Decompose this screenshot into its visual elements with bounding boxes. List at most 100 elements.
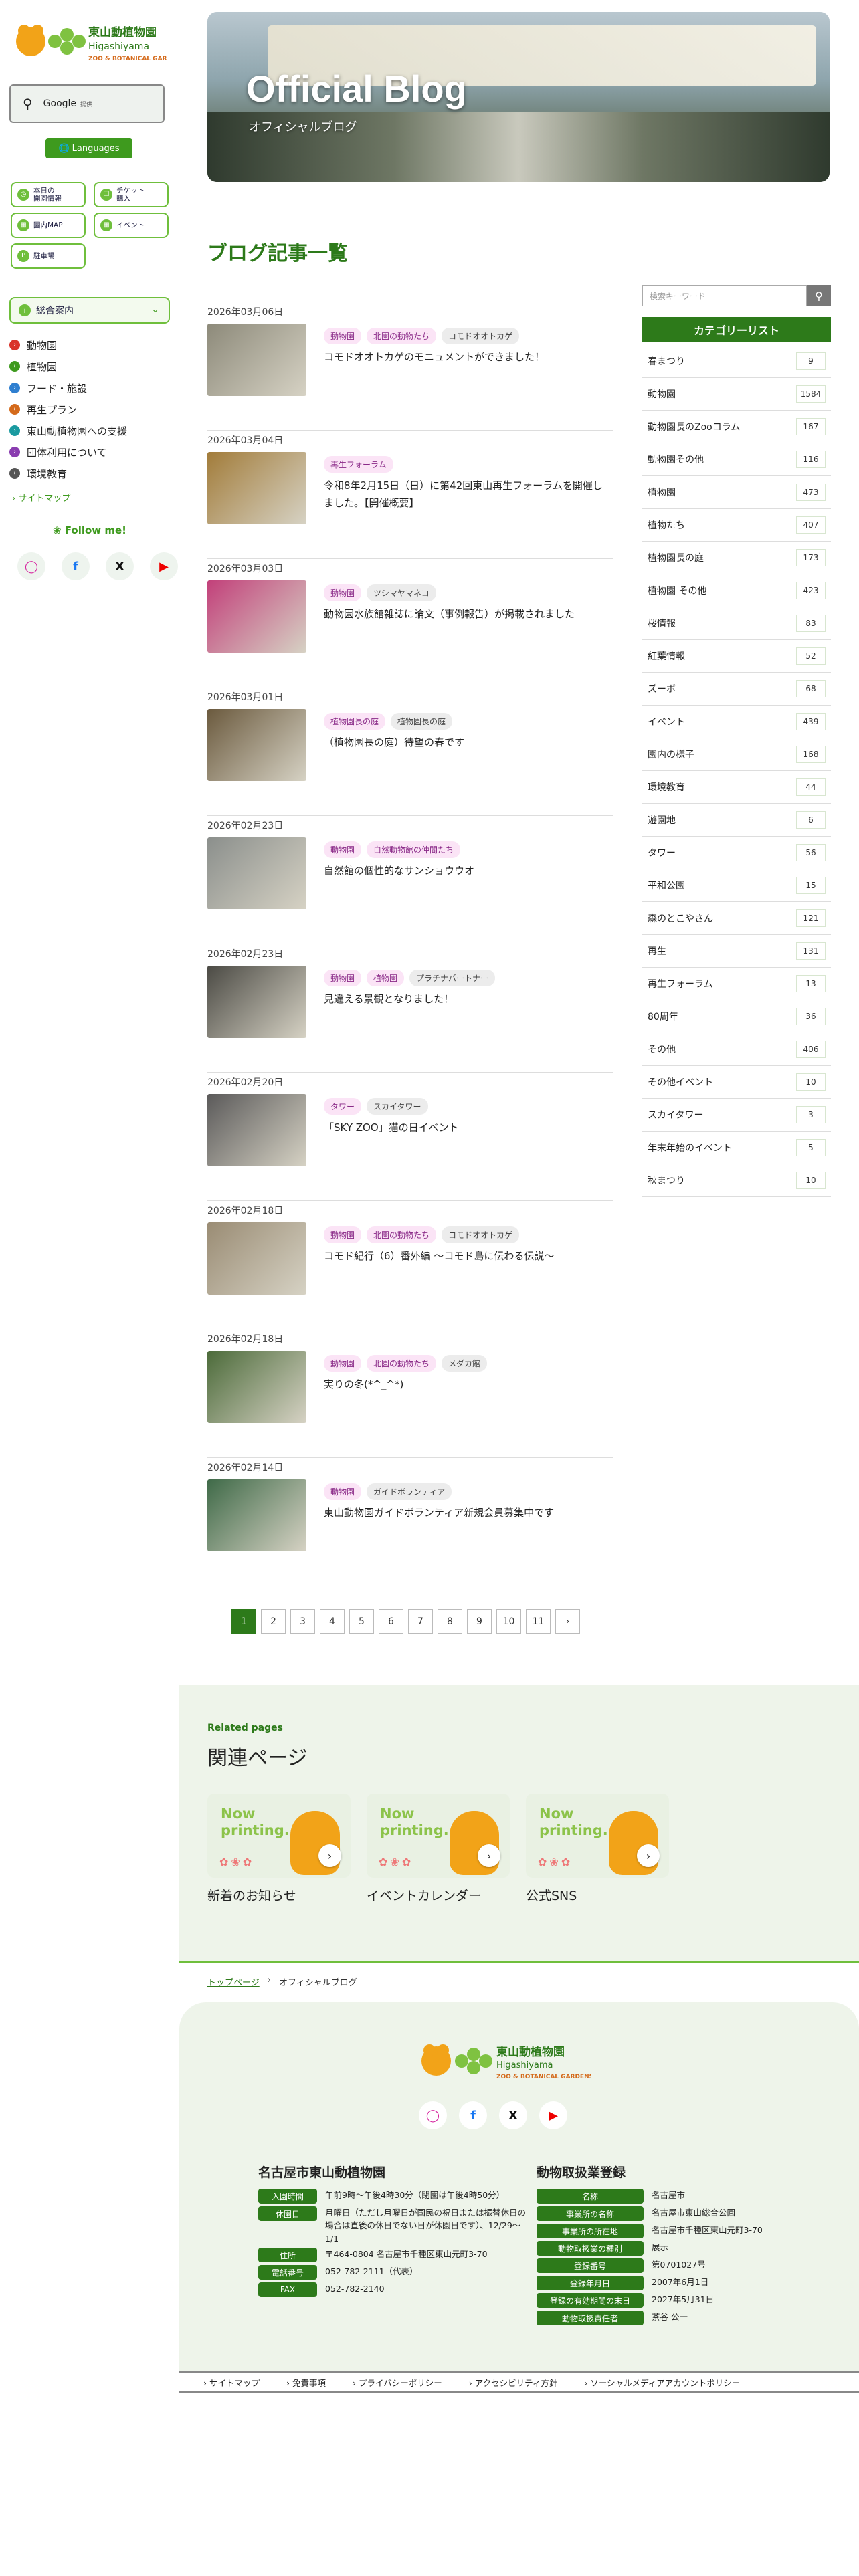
post-tag[interactable]: 動物園 <box>324 1483 362 1500</box>
next-page-button[interactable]: › <box>555 1609 580 1634</box>
post-tag[interactable]: 動物園 <box>324 1226 362 1243</box>
post-tag[interactable]: 動物園 <box>324 970 362 986</box>
category-item[interactable]: 再生 131 <box>642 935 831 968</box>
post-title[interactable]: コモドオオトカゲのモニュメントができました！ <box>324 349 605 366</box>
post-tag[interactable]: プラチナパートナー <box>409 970 496 986</box>
category-item[interactable]: 園内の様子 168 <box>642 738 831 771</box>
post-item[interactable]: 2026年02月23日 動物園 自然動物館の仲間たち 自然館の個性的なサンショウウオ <box>207 816 613 944</box>
post-thumbnail[interactable] <box>207 1479 306 1551</box>
post-tag[interactable]: コモドオオトカゲ <box>442 1226 520 1243</box>
related-card[interactable]: Now printing... ✿❀✿ › 公式SNS <box>526 1794 669 1904</box>
sidebar-item-zoo[interactable]: › 動物園 <box>9 334 170 356</box>
post-title[interactable]: コモド紀行（6）番外編 ～コモド島に伝わる伝説～ <box>324 1248 605 1265</box>
site-search-box[interactable]: ⚲ Google 提供 <box>9 84 165 123</box>
category-item[interactable]: 春まつり 9 <box>642 345 831 378</box>
post-tag[interactable]: 植物園長の庭 <box>324 713 386 730</box>
post-tag[interactable]: 北園の動物たち <box>367 328 437 344</box>
post-title[interactable]: 「SKY ZOO」猫の日イベント <box>324 1119 605 1137</box>
category-item[interactable]: 環境教育 44 <box>642 771 831 804</box>
category-item[interactable]: 植物たち 407 <box>642 509 831 542</box>
quick-link-today[interactable]: ◷ 本日の 開園情報 <box>11 182 86 207</box>
category-item[interactable]: 植物園長の庭 173 <box>642 542 831 574</box>
page-button[interactable]: 9 <box>467 1609 492 1634</box>
post-title[interactable]: 令和8年2月15日（日）に第42回東山再生フォーラムを開催しました。【開催概要】 <box>324 477 605 512</box>
category-item[interactable]: 平和公園 15 <box>642 869 831 902</box>
general-info-accordion[interactable]: i 総合案内 ⌄ <box>9 297 170 324</box>
category-item[interactable]: 秋まつり 10 <box>642 1164 831 1197</box>
post-tag[interactable]: コモドオオトカゲ <box>442 328 520 344</box>
category-item[interactable]: その他 406 <box>642 1033 831 1066</box>
footer-link[interactable]: › アクセシビリティ方針 <box>469 2376 558 2389</box>
page-button[interactable]: 1 <box>231 1609 256 1634</box>
search-input[interactable]: 検索キーワード <box>642 285 807 306</box>
category-item[interactable]: 遊園地 6 <box>642 804 831 837</box>
post-item[interactable]: 2026年03月03日 動物園 ツシマヤマネコ 動物園水族館雑誌に論文（事例報告）が掲… <box>207 559 613 687</box>
post-tag[interactable]: 植物園 <box>367 970 405 986</box>
post-tag[interactable]: タワー <box>324 1098 362 1115</box>
arrow-right-icon[interactable]: › <box>637 1844 660 1867</box>
sidebar-item-botanical[interactable]: › 植物園 <box>9 356 170 377</box>
post-thumbnail[interactable] <box>207 966 306 1038</box>
sidebar-sitemap-link[interactable]: › サイトマップ <box>12 491 70 504</box>
footer-logo[interactable]: 東山動植物園 Higashiyama ZOO & BOTANICAL GARDE… <box>417 2037 591 2084</box>
category-item[interactable]: 動物園その他 116 <box>642 443 831 476</box>
category-item[interactable]: 紅葉情報 52 <box>642 640 831 673</box>
post-thumbnail[interactable] <box>207 837 306 909</box>
sidebar-item-plan[interactable]: › 再生プラン <box>9 399 170 420</box>
post-thumbnail[interactable] <box>207 709 306 781</box>
category-item[interactable]: イベント 439 <box>642 706 831 738</box>
post-title[interactable]: 自然館の個性的なサンショウウオ <box>324 863 605 880</box>
breadcrumb-home[interactable]: トップページ <box>207 1975 260 1988</box>
page-button[interactable]: 3 <box>290 1609 315 1634</box>
post-tag[interactable]: 動物園 <box>324 584 362 601</box>
category-item[interactable]: 植物園 473 <box>642 476 831 509</box>
quick-link-event[interactable]: ▦ イベント <box>94 213 169 238</box>
category-item[interactable]: 年末年始のイベント 5 <box>642 1132 831 1164</box>
post-tag[interactable]: 動物園 <box>324 841 362 858</box>
facebook-icon[interactable]: f <box>459 2101 487 2129</box>
post-thumbnail[interactable] <box>207 1351 306 1423</box>
post-item[interactable]: 2026年02月14日 動物園 ガイドボランティア 東山動物園ガイドボランティア新規会… <box>207 1458 613 1586</box>
footer-link[interactable]: › サイトマップ <box>203 2376 260 2389</box>
post-tag[interactable]: ガイドボランティア <box>367 1483 452 1500</box>
x-icon[interactable]: X <box>499 2101 527 2129</box>
related-card[interactable]: Now printing... ✿❀✿ › イベントカレンダー <box>367 1794 510 1904</box>
instagram-icon[interactable]: ◯ <box>419 2101 447 2129</box>
page-button[interactable]: 8 <box>438 1609 462 1634</box>
category-item[interactable]: ズーボ 68 <box>642 673 831 706</box>
facebook-icon[interactable]: f <box>62 552 90 580</box>
post-title[interactable]: 動物園水族館雑誌に論文（事例報告）が掲載されました <box>324 606 605 623</box>
x-icon[interactable]: X <box>106 552 134 580</box>
sidebar-item-group[interactable]: › 団体利用について <box>9 441 170 463</box>
post-item[interactable]: 2026年03月06日 動物園 北園の動物たち コモドオオトカゲ コモドオオトカゲのモニ… <box>207 302 613 431</box>
arrow-right-icon[interactable]: › <box>478 1844 500 1867</box>
post-tag[interactable]: ツシマヤマネコ <box>367 584 436 601</box>
post-tag[interactable]: 植物園長の庭 <box>391 713 453 730</box>
post-thumbnail[interactable] <box>207 1222 306 1295</box>
languages-button[interactable]: 🌐 Languages <box>45 138 132 158</box>
page-button[interactable]: 10 <box>496 1609 521 1634</box>
sidebar-item-education[interactable]: › 環境教育 <box>9 463 170 484</box>
category-item[interactable]: 動物園 1584 <box>642 378 831 411</box>
post-title[interactable]: 実りの冬(*^_^*) <box>324 1376 605 1394</box>
quick-link-map[interactable]: ▦ 園内MAP <box>11 213 86 238</box>
youtube-icon[interactable]: ▶ <box>150 552 178 580</box>
category-item[interactable]: 動物園長のZooコラム 167 <box>642 411 831 443</box>
search-button[interactable]: ⚲ <box>807 285 831 306</box>
instagram-icon[interactable]: ◯ <box>17 552 45 580</box>
post-thumbnail[interactable] <box>207 1094 306 1166</box>
quick-link-parking[interactable]: P 駐車場 <box>11 243 86 269</box>
post-item[interactable]: 2026年02月20日 タワー スカイタワー 「SKY ZOO」猫の日イベント <box>207 1073 613 1201</box>
footer-link[interactable]: › ソーシャルメディアアカウントポリシー <box>584 2376 740 2389</box>
sidebar-item-support[interactable]: › 東山動植物園への支援 <box>9 420 170 441</box>
sidebar-item-food[interactable]: › フード・施設 <box>9 377 170 399</box>
related-card[interactable]: Now printing... ✿❀✿ › 新着のお知らせ <box>207 1794 351 1904</box>
post-tag[interactable]: 再生フォーラム <box>324 456 393 473</box>
page-button[interactable]: 2 <box>261 1609 286 1634</box>
post-tag[interactable]: 自然動物館の仲間たち <box>367 841 461 858</box>
post-thumbnail[interactable] <box>207 324 306 396</box>
footer-link[interactable]: › プライバシーポリシー <box>353 2376 442 2389</box>
category-item[interactable]: 再生フォーラム 13 <box>642 968 831 1000</box>
post-tag[interactable]: メダカ館 <box>442 1355 488 1372</box>
page-button[interactable]: 5 <box>349 1609 374 1634</box>
